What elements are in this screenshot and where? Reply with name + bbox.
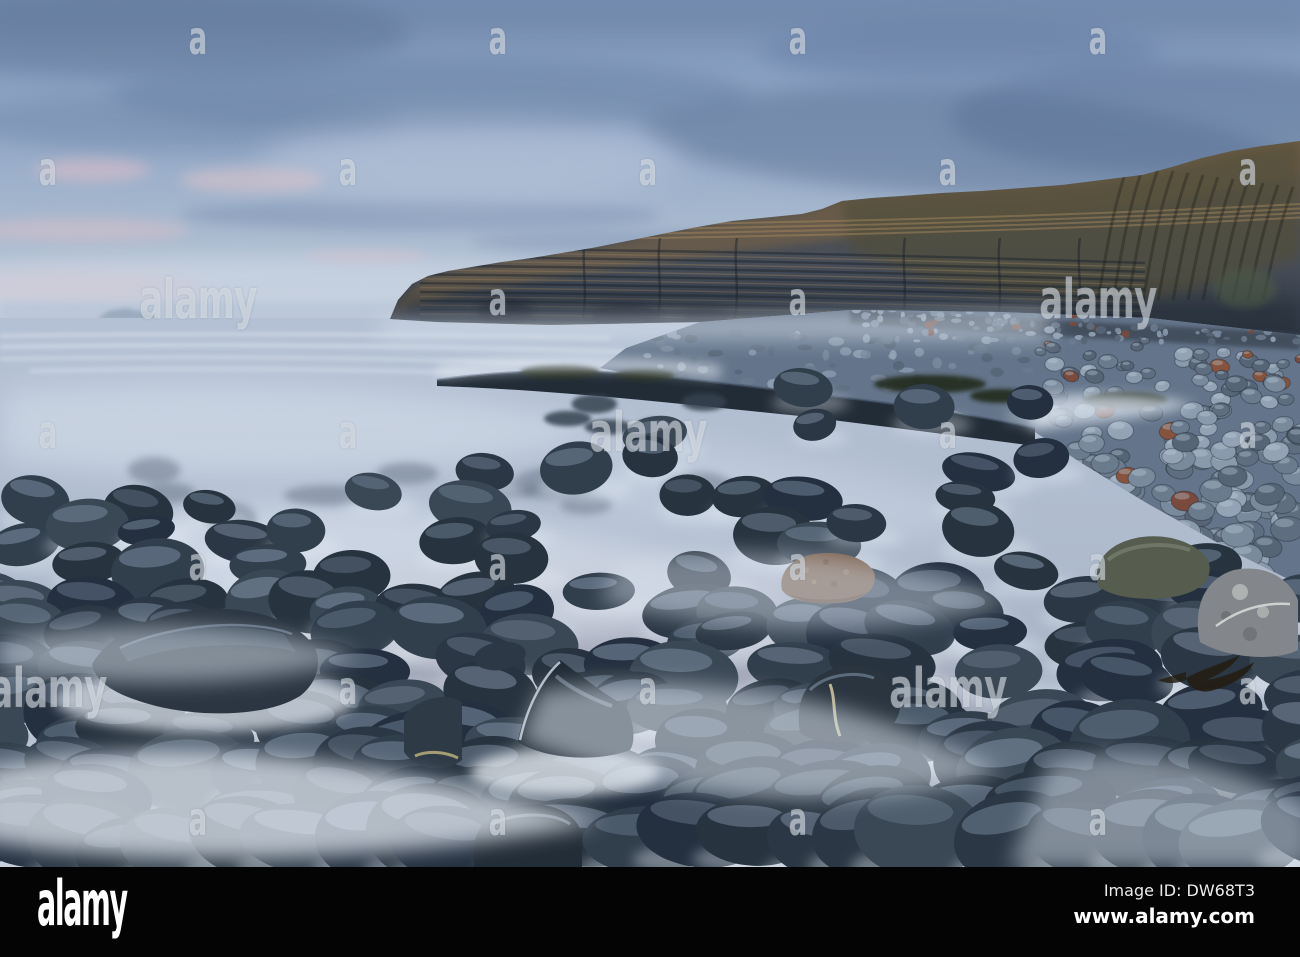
strand-rock [404, 697, 462, 769]
alamy-logo-text: alamy [37, 867, 128, 940]
stock-photo-page: a a a a a a a a a a a a a a a a a a a a a a a a a a alamy alamy alam… [0, 0, 1300, 957]
alamy-url: www.alamy.com [1073, 904, 1255, 928]
image-id-label: Image ID: DW68T3 [1103, 881, 1255, 900]
green-algae-patch [1213, 268, 1277, 308]
watermark-footer-bar: alamy Image ID: DW68T3 www.alamy.com [0, 867, 1300, 957]
footer-info: Image ID: DW68T3 www.alamy.com [1073, 881, 1255, 928]
stock-photo: a a a a a a a a a a a a a a a a a a a a a a a a a a alamy alamy alam… [0, 0, 1300, 867]
coastal-scene-graphic [0, 0, 1300, 867]
